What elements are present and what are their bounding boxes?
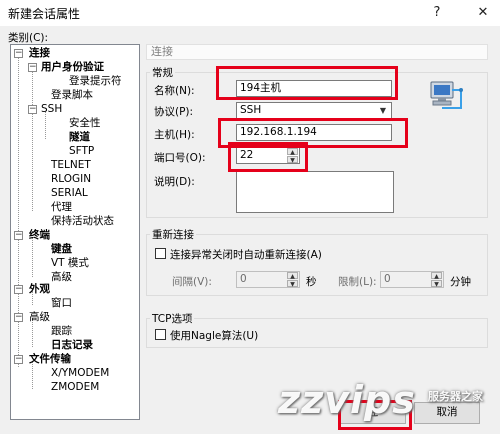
nagle-checkbox[interactable] <box>155 329 166 340</box>
reconnect-group-title: 重新连接 <box>150 227 196 242</box>
spin-up-icon[interactable]: ▲ <box>431 272 442 280</box>
section-header: 连接 <box>146 44 488 60</box>
session-properties-dialog: 新建会话属性 ? ✕ 类别(C): − − − − − − − 连接 用户身份验… <box>0 0 500 434</box>
tree-item-terminal[interactable]: 终端 <box>29 229 50 242</box>
spin-down-icon[interactable]: ▼ <box>287 280 298 287</box>
minutes-unit: 分钟 <box>450 276 471 288</box>
description-field[interactable] <box>236 171 394 213</box>
collapse-icon[interactable]: − <box>14 231 23 240</box>
tree-item-keyboard[interactable]: 键盘 <box>51 243 72 256</box>
spin-up-icon[interactable]: ▲ <box>287 272 298 280</box>
collapse-icon[interactable]: − <box>14 355 23 364</box>
cancel-button[interactable]: 取消 <box>414 402 480 424</box>
port-highlight-box <box>228 142 308 172</box>
tree-connector <box>32 237 33 277</box>
interval-value: 0 <box>240 273 247 285</box>
collapse-icon[interactable]: − <box>28 105 37 114</box>
tree-item-file-transfer[interactable]: 文件传输 <box>29 353 71 366</box>
tree-item-vt-mode[interactable]: VT 模式 <box>51 257 89 270</box>
seconds-unit: 秒 <box>306 276 317 288</box>
tcp-options-group-title: TCP选项 <box>150 311 195 326</box>
tree-connector <box>32 69 33 211</box>
tree-item-security[interactable]: 安全性 <box>69 117 101 130</box>
protocol-select[interactable]: SSH ▼ <box>236 102 392 119</box>
limit-label: 限制(L): <box>338 276 377 288</box>
tree-item-rlogin[interactable]: RLOGIN <box>51 173 91 186</box>
collapse-icon[interactable]: − <box>28 63 37 72</box>
tree-item-ssh[interactable]: SSH <box>41 103 62 116</box>
category-tree[interactable]: − − − − − − − 连接 用户身份验证 登录提示符 登录脚本 SSH 安… <box>10 44 140 420</box>
tree-item-trace[interactable]: 跟踪 <box>51 325 72 338</box>
tree-item-connection[interactable]: 连接 <box>29 47 50 60</box>
spin-down-icon[interactable]: ▼ <box>431 280 442 287</box>
tree-item-zmodem[interactable]: ZMODEM <box>51 381 99 394</box>
tree-item-terminal-advanced[interactable]: 高级 <box>51 271 72 284</box>
title-bar: 新建会话属性 ? ✕ <box>0 0 500 26</box>
name-highlight-box <box>216 66 398 100</box>
interval-stepper[interactable]: 0 ▲ ▼ <box>236 271 300 288</box>
tree-item-login-prompt[interactable]: 登录提示符 <box>69 75 122 88</box>
auto-reconnect-checkbox[interactable] <box>155 248 166 259</box>
general-group-title: 常规 <box>150 65 175 80</box>
tree-item-logging[interactable]: 日志记录 <box>51 339 93 352</box>
collapse-icon[interactable]: − <box>14 313 23 322</box>
auto-reconnect-label: 连接异常关闭时自动重新连接(A) <box>170 249 322 261</box>
nagle-label: 使用Nagle算法(U) <box>170 330 259 342</box>
tree-item-sftp[interactable]: SFTP <box>69 145 94 158</box>
limit-value: 0 <box>384 273 391 285</box>
host-label: 主机(H): <box>154 129 195 141</box>
tree-item-xymodem[interactable]: X/YMODEM <box>51 367 109 380</box>
tree-item-user-auth[interactable]: 用户身份验证 <box>41 61 104 74</box>
tree-item-advanced[interactable]: 高级 <box>29 311 50 324</box>
watermark-logo: zzvips <box>278 378 416 422</box>
interval-label: 间隔(V): <box>172 276 212 288</box>
dialog-title: 新建会话属性 <box>8 7 81 21</box>
collapse-icon[interactable]: − <box>14 285 23 294</box>
tree-item-telnet[interactable]: TELNET <box>51 159 91 172</box>
tree-item-login-script[interactable]: 登录脚本 <box>51 89 93 102</box>
collapse-icon[interactable]: − <box>14 49 23 58</box>
tree-item-proxy[interactable]: 代理 <box>51 201 72 214</box>
tree-item-keepalive[interactable]: 保持活动状态 <box>51 215 114 228</box>
protocol-label: 协议(P): <box>154 106 194 118</box>
tree-item-window[interactable]: 窗口 <box>51 297 72 310</box>
chevron-down-icon: ▼ <box>379 106 387 115</box>
close-button[interactable]: ✕ <box>470 2 496 24</box>
name-label: 名称(N): <box>154 85 195 97</box>
protocol-value: SSH <box>240 104 262 116</box>
port-label: 端口号(O): <box>154 152 206 164</box>
tree-item-tunnel[interactable]: 隧道 <box>69 131 90 144</box>
category-label: 类别(C): <box>8 32 49 44</box>
tree-item-serial[interactable]: SERIAL <box>51 187 88 200</box>
description-label: 说明(D): <box>154 176 195 188</box>
limit-stepper[interactable]: 0 ▲ ▼ <box>380 271 444 288</box>
network-computer-icon <box>430 81 463 109</box>
tree-item-appearance[interactable]: 外观 <box>29 283 50 296</box>
watermark-cn: 服务器之家 <box>428 390 483 403</box>
help-button[interactable]: ? <box>424 2 450 24</box>
